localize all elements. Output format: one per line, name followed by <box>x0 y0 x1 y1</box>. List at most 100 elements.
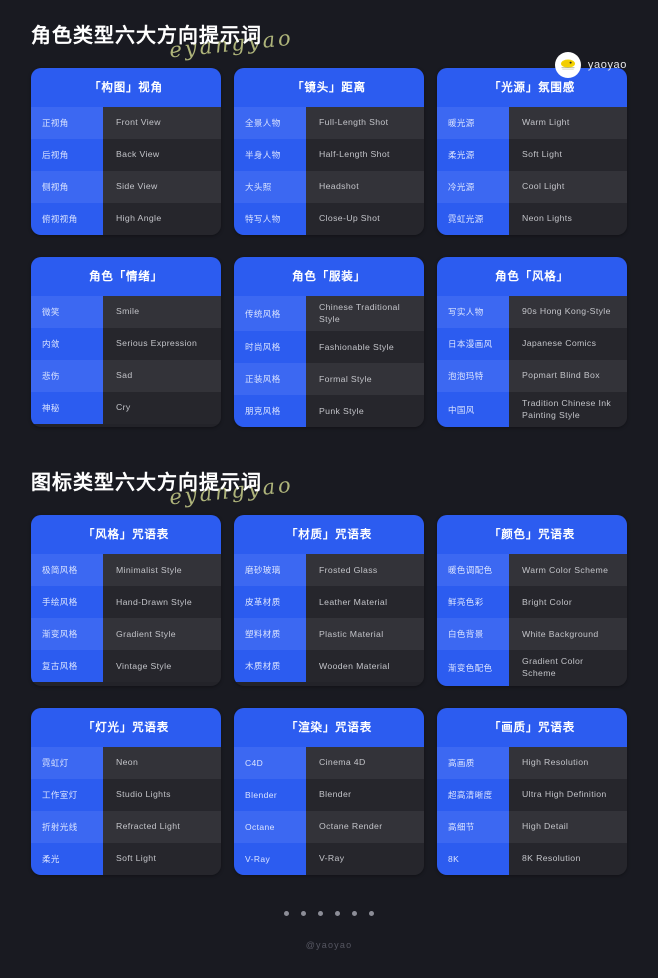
table-row[interactable]: 工作室灯 Studio Lights <box>31 778 221 811</box>
table-row[interactable]: 鲜亮色彩 Bright Color <box>437 586 627 619</box>
card-lens-distance[interactable]: 「镜头」距离 全景人物 Full-Length Shot 半身人物 Half-L… <box>234 68 424 235</box>
pagination-dot[interactable] <box>318 910 323 916</box>
row-key: 神秘 <box>31 392 103 424</box>
table-row[interactable]: 俯视视角 High Angle <box>31 203 221 235</box>
table-row[interactable]: 磨砂玻璃 Frosted Glass <box>234 554 424 587</box>
card-render-engine[interactable]: 「渲染」咒语表 C4D Cinema 4D Blender Blender Oc… <box>234 707 424 875</box>
table-row[interactable]: 8K 8K Resolution <box>437 842 627 875</box>
table-row[interactable]: 大头照 Headshot <box>234 171 424 203</box>
table-row[interactable]: 侧视角 Side View <box>31 171 221 203</box>
row-value: 8K Resolution <box>509 842 627 875</box>
card-material[interactable]: 「材质」咒语表 磨砂玻璃 Frosted Glass 皮革材质 Leather … <box>234 515 424 686</box>
spacer-card-rows-2 <box>0 686 658 708</box>
row-value: Hand-Drawn Style <box>103 586 221 619</box>
row-value: Wooden Material <box>306 650 424 683</box>
row-key: 磨砂玻璃 <box>234 554 306 587</box>
row-value: Fashionable Style <box>306 331 424 364</box>
row-value: Warm Color Scheme <box>509 554 627 587</box>
page-root: 角色类型六大方向提示词 eyangyao yaoyao 「构图」视角 正视角 F… <box>0 0 658 978</box>
table-row[interactable]: 柔光 Soft Light <box>31 842 221 875</box>
table-row[interactable]: 柔光源 Soft Light <box>437 139 627 171</box>
table-row[interactable]: 高细节 High Detail <box>437 810 627 843</box>
table-row[interactable]: 中国风 Tradition Chinese Ink Painting Style <box>437 392 627 428</box>
row-value: Cry <box>103 392 221 424</box>
row-value: Gradient Style <box>103 618 221 651</box>
row-value: Minimalist Style <box>103 554 221 587</box>
table-row[interactable]: 朋克风格 Punk Style <box>234 395 424 428</box>
pagination-dot[interactable] <box>301 910 306 916</box>
card-header: 「材质」咒语表 <box>234 515 424 555</box>
table-row[interactable]: 泡泡玛特 Popmart Blind Box <box>437 360 627 392</box>
table-row[interactable]: 皮革材质 Leather Material <box>234 586 424 619</box>
card-character-style[interactable]: 角色「风格」 写实人物 90s Hong Kong-Style 日本漫画风 Ja… <box>437 257 627 428</box>
card-composition-angle[interactable]: 「构图」视角 正视角 Front View 后视角 Back View 侧视角 … <box>31 68 221 235</box>
table-row[interactable]: 日本漫画风 Japanese Comics <box>437 328 627 360</box>
table-row[interactable]: 半身人物 Half-Length Shot <box>234 139 424 171</box>
card-color[interactable]: 「颜色」咒语表 暖色调配色 Warm Color Scheme 鲜亮色彩 Bri… <box>437 515 627 686</box>
table-row[interactable]: 复古风格 Vintage Style <box>31 650 221 683</box>
card-header: 「风格」咒语表 <box>31 515 221 555</box>
card-lighting[interactable]: 「灯光」咒语表 霓虹灯 Neon 工作室灯 Studio Lights 折射光线… <box>31 707 221 875</box>
table-row[interactable]: C4D Cinema 4D <box>234 746 424 779</box>
card-image-quality[interactable]: 「画质」咒语表 高画质 High Resolution 超高清晰度 Ultra … <box>437 707 627 875</box>
table-row[interactable]: 暖色调配色 Warm Color Scheme <box>437 554 627 587</box>
card-light-source[interactable]: 「光源」氛围感 暖光源 Warm Light 柔光源 Soft Light 冷光… <box>437 68 627 235</box>
card-emotion[interactable]: 角色「情绪」 微笑 Smile 内敛 Serious Expression 悲伤… <box>31 257 221 428</box>
row-key: 内敛 <box>31 328 103 360</box>
table-row[interactable]: 写实人物 90s Hong Kong-Style <box>437 296 627 328</box>
pagination-dots[interactable] <box>0 910 658 916</box>
row-key: 极简风格 <box>31 554 103 587</box>
pagination-dot[interactable] <box>369 910 374 916</box>
table-row[interactable]: 冷光源 Cool Light <box>437 171 627 203</box>
table-row[interactable]: Octane Octane Render <box>234 810 424 843</box>
table-row[interactable]: 手绘风格 Hand-Drawn Style <box>31 586 221 619</box>
card-header: 「构图」视角 <box>31 68 221 107</box>
row-value: Smile <box>103 296 221 328</box>
yaoyao-bird-logo-icon <box>554 52 581 78</box>
table-row[interactable]: V-Ray V-Ray <box>234 842 424 875</box>
table-row[interactable]: 超高清晰度 Ultra High Definition <box>437 778 627 811</box>
pagination-dot[interactable] <box>335 910 340 916</box>
table-row[interactable]: 极简风格 Minimalist Style <box>31 554 221 587</box>
pagination-dot[interactable] <box>352 910 357 916</box>
table-row[interactable]: 高画质 High Resolution <box>437 746 627 779</box>
table-row[interactable]: 木质材质 Wooden Material <box>234 650 424 683</box>
table-row[interactable]: 正装风格 Formal Style <box>234 363 424 396</box>
row-key: Octane <box>234 810 306 843</box>
card-rows: 全景人物 Full-Length Shot 半身人物 Half-Length S… <box>234 107 424 235</box>
row-key: C4D <box>234 746 306 779</box>
row-value: Refracted Light <box>103 810 221 843</box>
table-row[interactable]: 渐变风格 Gradient Style <box>31 618 221 651</box>
row-value: Headshot <box>306 171 424 203</box>
card-icon-style[interactable]: 「风格」咒语表 极简风格 Minimalist Style 手绘风格 Hand-… <box>31 515 221 686</box>
table-row[interactable]: 正视角 Front View <box>31 107 221 139</box>
table-row[interactable]: 神秘 Cry <box>31 392 221 424</box>
table-row[interactable]: 霓虹灯 Neon <box>31 746 221 779</box>
table-row[interactable]: 折射光线 Refracted Light <box>31 810 221 843</box>
table-row[interactable]: 特写人物 Close-Up Shot <box>234 203 424 235</box>
table-row[interactable]: 悲伤 Sad <box>31 360 221 392</box>
card-grid-characters-2: 角色「情绪」 微笑 Smile 内敛 Serious Expression 悲伤… <box>0 257 658 428</box>
row-key: 霓虹灯 <box>31 746 103 779</box>
table-row[interactable]: 内敛 Serious Expression <box>31 328 221 360</box>
table-row[interactable]: 塑料材质 Plastic Material <box>234 618 424 651</box>
table-row[interactable]: 白色背景 White Background <box>437 618 627 651</box>
table-row[interactable]: 时尚风格 Fashionable Style <box>234 331 424 364</box>
card-rows: 高画质 High Resolution 超高清晰度 Ultra High Def… <box>437 746 627 875</box>
row-key: 暖色调配色 <box>437 554 509 587</box>
table-row[interactable]: 全景人物 Full-Length Shot <box>234 107 424 139</box>
table-row[interactable]: 暖光源 Warm Light <box>437 107 627 139</box>
table-row[interactable]: 微笑 Smile <box>31 296 221 328</box>
row-key: 传统风格 <box>234 296 306 332</box>
table-row[interactable]: 渐变色配色 Gradient Color Scheme <box>437 650 627 686</box>
table-row[interactable]: Blender Blender <box>234 778 424 811</box>
row-key: 泡泡玛特 <box>437 360 509 392</box>
pagination-dot[interactable] <box>284 910 289 916</box>
card-clothing[interactable]: 角色「服装」 传统风格 Chinese Traditional Style 时尚… <box>234 257 424 428</box>
row-key: 冷光源 <box>437 171 509 203</box>
table-row[interactable]: 传统风格 Chinese Traditional Style <box>234 296 424 332</box>
table-row[interactable]: 霓虹光源 Neon Lights <box>437 203 627 235</box>
row-key: 全景人物 <box>234 107 306 139</box>
table-row[interactable]: 后视角 Back View <box>31 139 221 171</box>
page-title-icons: 图标类型六大方向提示词 <box>31 472 262 495</box>
